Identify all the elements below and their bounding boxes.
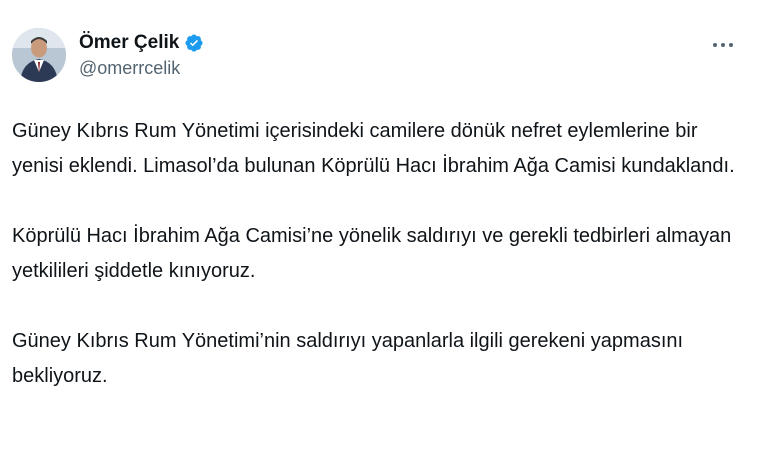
avatar[interactable] — [12, 28, 66, 82]
more-horizontal-icon[interactable] — [708, 30, 738, 60]
tweet-text: Güney Kıbrıs Rum Yönetimi içerisindeki c… — [12, 114, 742, 394]
display-name-row: Ömer Çelik — [79, 30, 204, 56]
tweet-paragraph: Güney Kıbrıs Rum Yönetimi içerisindeki c… — [12, 120, 735, 177]
verified-badge-icon[interactable] — [184, 33, 204, 53]
tweet-header: Ömer Çelik @omerrcelik — [12, 28, 748, 88]
tweet-card: Ömer Çelik @omerrcelik Güney Kıbrıs Rum … — [0, 0, 760, 450]
author-names: Ömer Çelik @omerrcelik — [79, 30, 204, 79]
author-handle[interactable]: @omerrcelik — [79, 58, 204, 79]
tweet-paragraph: Güney Kıbrıs Rum Yönetimi’nin saldırıyı … — [12, 330, 684, 387]
author-display-name[interactable]: Ömer Çelik — [79, 32, 179, 54]
tweet-paragraph: Köprülü Hacı İbrahim Ağa Camisi’ne yönel… — [12, 225, 732, 282]
